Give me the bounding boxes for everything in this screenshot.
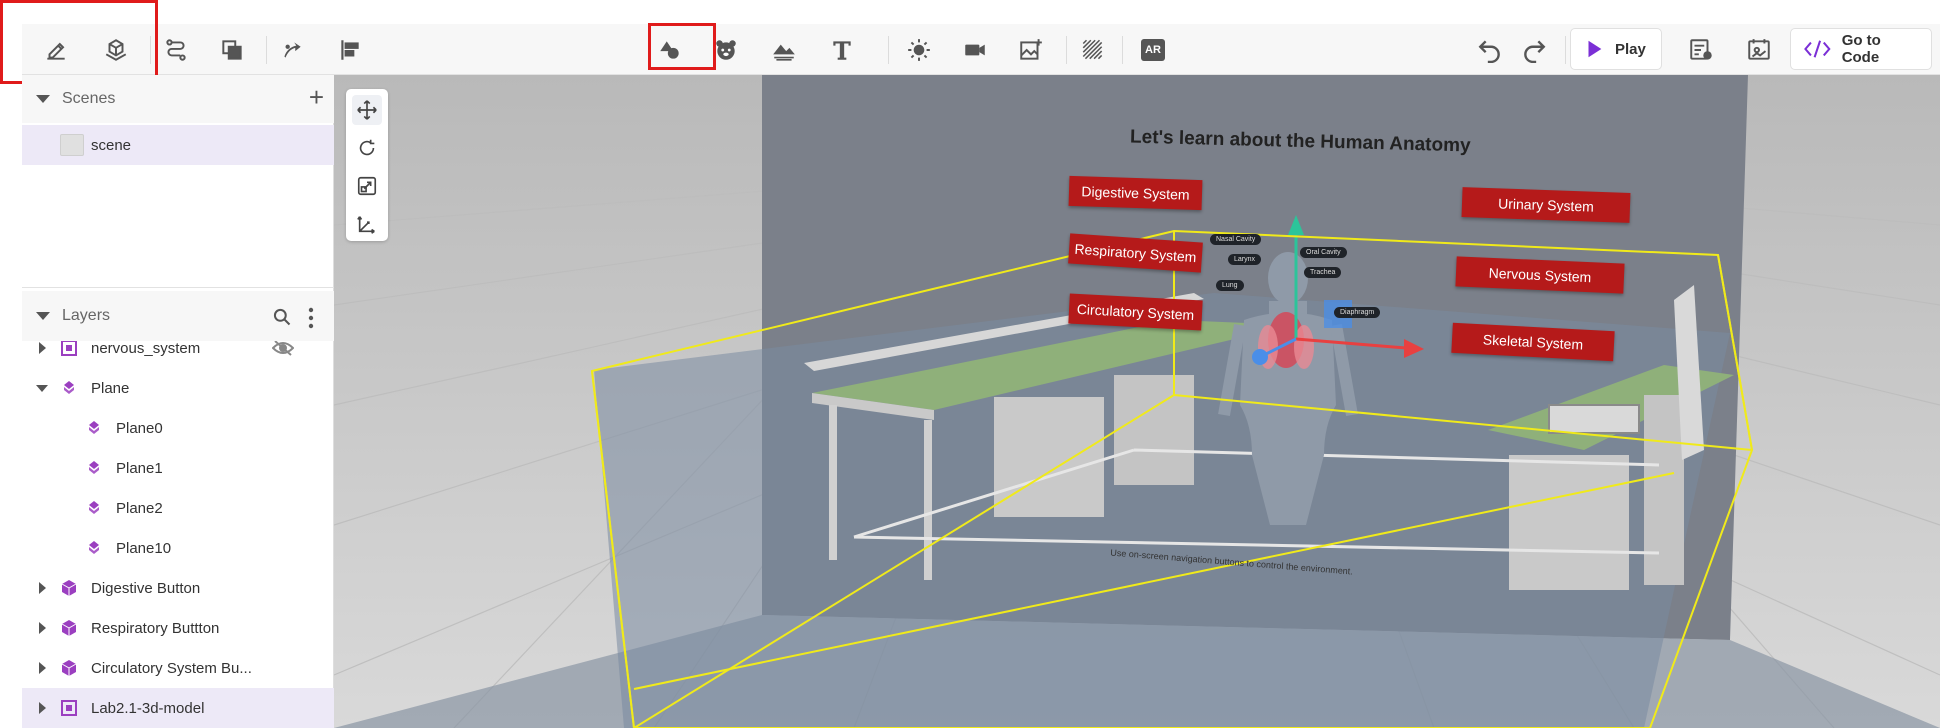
layer-item[interactable]: Circulatory System Bu...	[22, 648, 334, 688]
redo-icon[interactable]	[1514, 24, 1554, 75]
text-icon[interactable]	[821, 24, 863, 75]
transform-toolbar	[346, 89, 388, 241]
shapes-icon[interactable]	[649, 24, 691, 75]
group-icon	[60, 341, 78, 357]
texture-icon[interactable]	[1072, 24, 1114, 75]
layer-item[interactable]: Plane1	[22, 448, 334, 488]
layer-item[interactable]: Digestive Button	[22, 568, 334, 608]
go-to-code-label: Go to Code	[1841, 32, 1881, 66]
cube-icon	[60, 579, 78, 597]
layer-item-label: Digestive Button	[91, 579, 201, 597]
visibility-hidden-icon[interactable]	[271, 341, 295, 360]
layers-header[interactable]: Layers	[22, 291, 334, 341]
gallery-icon[interactable]	[1738, 24, 1780, 75]
scene-button-right-0[interactable]: Urinary System	[1461, 187, 1631, 223]
animate-icon[interactable]	[272, 24, 312, 75]
layer-item-label: Respiratory Buttton	[91, 619, 220, 637]
move-icon[interactable]	[352, 95, 382, 125]
axis-icon[interactable]	[352, 209, 382, 239]
organ-label: Oral Cavity	[1300, 247, 1347, 258]
layers-list: nervous_system Plane Plane0 Plane1 Plane2 Pla…	[22, 341, 334, 728]
layer-item-label: Lab2.1-3d-model	[91, 699, 205, 717]
scale-icon[interactable]	[352, 171, 382, 201]
chevron-right-icon[interactable]	[39, 342, 46, 354]
layer-item[interactable]: Plane0	[22, 408, 334, 448]
mesh-icon	[85, 499, 103, 517]
more-vertical-icon[interactable]	[307, 307, 315, 329]
organ-label: Lung	[1216, 280, 1244, 291]
mesh-icon	[85, 419, 103, 437]
scene-button-left-0[interactable]: Digestive System	[1068, 175, 1203, 211]
mesh-icon	[85, 539, 103, 557]
play-icon	[1588, 40, 1602, 58]
organ-label: Trachea	[1304, 267, 1342, 278]
organ-label: Larynx	[1228, 254, 1262, 265]
scene-item-label: scene	[91, 136, 132, 154]
chevron-down-icon[interactable]	[36, 385, 48, 392]
layer-item-label: nervous_system	[91, 341, 201, 357]
layers-copy-icon[interactable]	[212, 24, 252, 75]
light-icon[interactable]	[898, 24, 940, 75]
play-button[interactable]: Play	[1570, 28, 1662, 70]
layer-item[interactable]: nervous_system	[22, 341, 334, 368]
layer-item[interactable]: Plane	[22, 368, 334, 408]
layer-item-label: Plane10	[116, 539, 172, 557]
chevron-down-icon[interactable]	[36, 95, 50, 103]
cube-icon	[60, 659, 78, 677]
layer-item-label: Plane1	[116, 459, 163, 477]
mesh-icon	[60, 379, 78, 397]
scenes-header[interactable]: Scenes +	[22, 75, 334, 123]
go-to-code-button[interactable]: Go to Code	[1790, 28, 1932, 70]
layer-item[interactable]: Lab2.1-3d-model	[22, 688, 334, 728]
organ-label: Diaphragm	[1334, 307, 1381, 318]
align-icon[interactable]	[330, 24, 370, 75]
layer-item-label: Plane2	[116, 499, 163, 517]
chevron-right-icon[interactable]	[39, 582, 46, 594]
layer-item-label: Plane	[91, 379, 130, 397]
camera-icon[interactable]	[954, 24, 996, 75]
image-icon[interactable]	[1010, 24, 1052, 75]
editor-app: AR Play Go to Code Scenes + scene Layers…	[0, 0, 1940, 728]
environment-icon[interactable]	[763, 24, 805, 75]
search-icon[interactable]	[272, 307, 292, 327]
chevron-right-icon[interactable]	[39, 662, 46, 674]
layer-item[interactable]: Plane2	[22, 488, 334, 528]
ar-label: AR	[1141, 38, 1165, 61]
rotate-icon[interactable]	[352, 133, 382, 163]
layer-item[interactable]: Plane10	[22, 528, 334, 568]
undo-icon[interactable]	[1470, 24, 1510, 75]
layer-item[interactable]: Respiratory Buttton	[22, 608, 334, 648]
settings-list-icon[interactable]	[1680, 24, 1722, 75]
scene-item[interactable]: scene	[22, 125, 334, 165]
group-icon	[60, 699, 78, 717]
mesh-icon	[85, 459, 103, 477]
code-icon	[1804, 40, 1831, 58]
organ-label: Nasal Cavity	[1210, 234, 1262, 245]
layer-item-label: Plane0	[116, 419, 163, 437]
scene-viewport[interactable]: Let's learn about the Human Anatomy Dige…	[334, 75, 1940, 728]
left-panel: Scenes + scene Layers nervous_system Plan…	[22, 75, 334, 728]
character-icon[interactable]	[705, 24, 747, 75]
scene-thumbnail-icon	[60, 134, 84, 156]
chevron-down-icon[interactable]	[36, 312, 50, 320]
ar-icon[interactable]: AR	[1132, 24, 1174, 75]
layers-title: Layers	[62, 307, 111, 324]
cube-icon	[60, 619, 78, 637]
scenes-title: Scenes	[62, 90, 116, 107]
edit-icon[interactable]	[36, 24, 76, 75]
layer-item-label: Circulatory System Bu...	[91, 659, 252, 677]
play-label: Play	[1615, 40, 1646, 58]
main-toolbar: AR Play Go to Code	[22, 24, 1940, 75]
add-scene-icon[interactable]: +	[309, 84, 324, 110]
chevron-right-icon[interactable]	[39, 702, 46, 714]
place-object-icon[interactable]	[96, 24, 136, 75]
path-icon[interactable]	[156, 24, 196, 75]
chevron-right-icon[interactable]	[39, 622, 46, 634]
